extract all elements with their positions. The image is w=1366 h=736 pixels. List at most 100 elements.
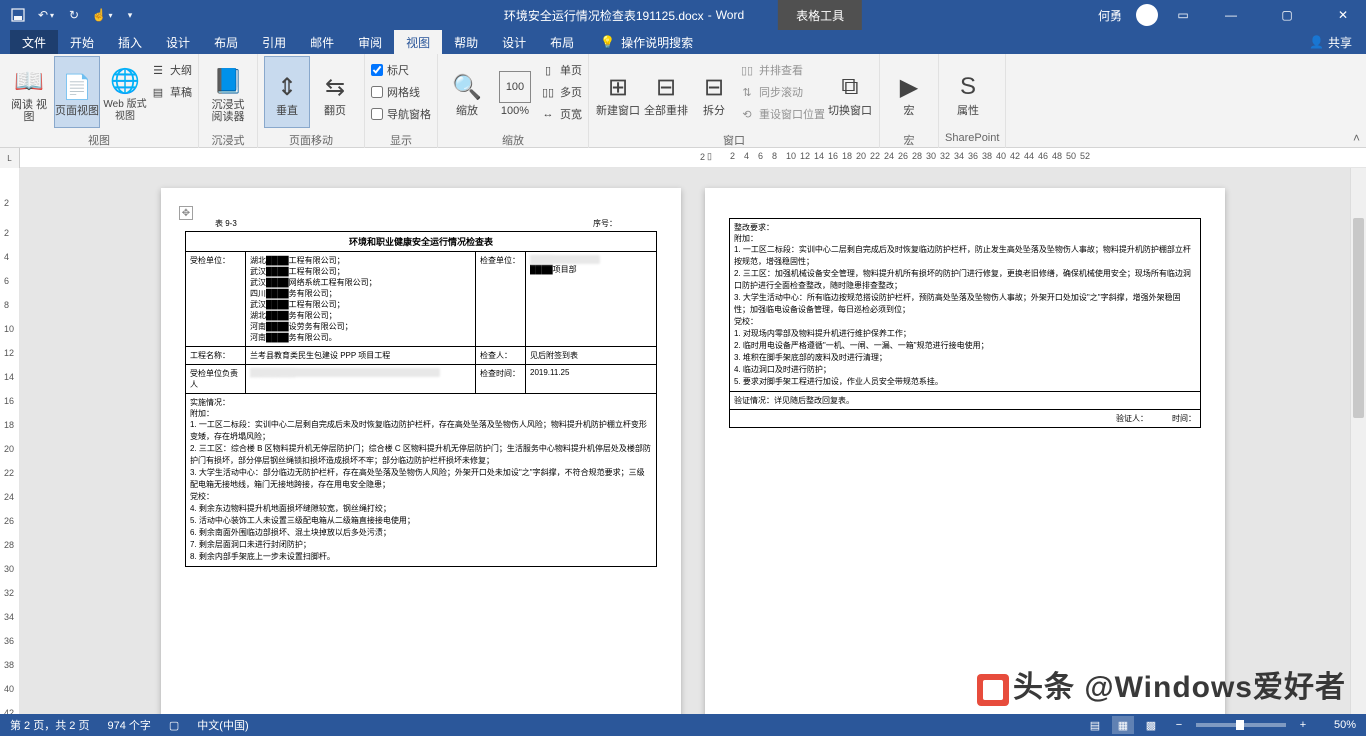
tab-file[interactable]: 文件 [10,30,58,54]
unit-values: 湖北████工程有限公司； 武汉████工程有限公司； 武汉████网络系统工程… [246,252,476,347]
one-page-icon: ▯ [540,62,556,78]
macros-icon: ▶ [893,71,925,103]
time-value: 2019.11.25 [526,365,657,394]
touch-mode-icon[interactable]: ☝▾ [94,7,110,23]
web-layout-button[interactable]: 🌐Web 版式视图 [102,56,148,128]
read-mode-button[interactable]: 📖阅读 视图 [6,56,52,128]
status-proof-icon[interactable]: ▢ [169,719,179,732]
table-anchor-icon[interactable]: ✥ [179,206,193,220]
multi-page-button[interactable]: ▯▯多页 [540,82,582,102]
zoom-slider-thumb[interactable] [1236,720,1244,730]
group-immersive-label: 沉浸式 [205,132,251,148]
switch-window-icon: ⧉ [834,71,866,103]
ribbon-tabstrip: 文件 开始 插入 设计 布局 引用 邮件 审阅 视图 帮助 设计 布局 💡操作说… [0,30,1366,54]
status-words[interactable]: 974 个字 [107,717,150,733]
inspector-label: 检查人： [476,347,526,365]
undo-icon[interactable]: ↶▾ [38,7,54,23]
draft-button[interactable]: ▤草稿 [150,82,192,102]
tab-layout[interactable]: 布局 [202,30,250,54]
save-icon[interactable] [10,7,26,23]
page-width-button[interactable]: ↔页宽 [540,104,582,124]
minimize-button[interactable]: — [1208,0,1254,30]
project-value: 兰考县教育类民生包建设 PPP 项目工程 [246,347,476,365]
share-icon: 👤 [1309,35,1324,49]
zoom-slider[interactable] [1196,723,1286,727]
ribbon-options-icon[interactable]: ▭ [1168,0,1198,30]
collapse-ribbon-icon[interactable]: ˄ [1353,131,1360,145]
vertical-scrollbar[interactable] [1350,168,1366,714]
redo-icon[interactable]: ↻ [66,7,82,23]
split-button[interactable]: ⊟拆分 [691,56,737,128]
group-show-label: 显示 [371,132,431,148]
tab-references[interactable]: 引用 [250,30,298,54]
ruler-checkbox[interactable]: 标尺 [371,60,431,80]
close-button[interactable]: ✕ [1320,0,1366,30]
group-views-label: 视图 [6,132,192,148]
title-bar: ↶▾ ↻ ☝▾ ▾ 环境安全运行情况检查表191125.docx - Word … [0,0,1366,30]
contextual-tab-label: 表格工具 [778,0,862,30]
print-layout-button[interactable]: 📄页面视图 [54,56,100,128]
tab-view[interactable]: 视图 [394,30,442,54]
read-mode-icon: 📖 [13,65,45,97]
lightbulb-icon: 💡 [600,35,615,49]
username: 何勇 [1098,7,1122,24]
header-right: 序号： [593,218,617,229]
status-print-layout-icon[interactable]: ▦ [1112,716,1134,734]
zoom-button[interactable]: 🔍缩放 [444,56,490,128]
zoom-in-button[interactable]: + [1292,716,1314,734]
navpane-checkbox[interactable]: 导航窗格 [371,104,431,124]
status-bar: 第 2 页，共 2 页 974 个字 ▢ 中文(中国) ▤ ▦ ▩ − + 50… [0,714,1366,736]
group-sharepoint-label: SharePoint [945,132,999,148]
reset-window-button[interactable]: ⟲重设窗口位置 [739,104,825,124]
switch-window-button[interactable]: ⧉切换窗口 [827,56,873,128]
status-lang[interactable]: 中文(中国) [197,717,248,733]
tab-home[interactable]: 开始 [58,30,106,54]
tab-help[interactable]: 帮助 [442,30,490,54]
status-web-layout-icon[interactable]: ▩ [1140,716,1162,734]
vertical-ruler[interactable]: 2 24681012141618202224262830323436384042… [0,168,20,714]
vertical-button[interactable]: ⇕垂直 [264,56,310,128]
properties-button[interactable]: S属性 [945,56,991,128]
flip-icon: ⇆ [319,71,351,103]
app-name: Word [716,8,744,22]
qat-customize-icon[interactable]: ▾ [122,7,138,23]
arrange-all-icon: ⊟ [650,71,682,103]
tab-design[interactable]: 设计 [154,30,202,54]
web-layout-icon: 🌐 [109,65,141,97]
status-read-mode-icon[interactable]: ▤ [1084,716,1106,734]
zoom-out-button[interactable]: − [1168,716,1190,734]
check-unit-label: 检查单位： [476,252,526,347]
zoom-icon: 🔍 [451,71,483,103]
gridlines-checkbox[interactable]: 网格线 [371,82,431,102]
macros-button[interactable]: ▶宏 [886,56,932,128]
share-button[interactable]: 👤共享 [1295,34,1366,51]
reset-window-icon: ⟲ [739,106,755,122]
outline-button[interactable]: ☰大纲 [150,60,192,80]
horizontal-ruler[interactable]: L 2▯ 24681012141618202224262830323436384… [0,148,1366,168]
sync-scroll-button[interactable]: ⇅同步滚动 [739,82,825,102]
one-page-button[interactable]: ▯单页 [540,60,582,80]
verify-label: 验证情况：详见随后整改回复表。 [730,392,1201,410]
status-page[interactable]: 第 2 页，共 2 页 [10,717,89,733]
maximize-button[interactable]: ▢ [1264,0,1310,30]
time-label: 检查时间： [476,365,526,394]
tab-mailings[interactable]: 邮件 [298,30,346,54]
zoom-level[interactable]: 50% [1320,719,1356,731]
tab-table-design[interactable]: 设计 [490,30,538,54]
flip-button[interactable]: ⇆翻页 [312,56,358,128]
arrange-all-button[interactable]: ⊟全部重排 [643,56,689,128]
new-window-button[interactable]: ⊞新建窗口 [595,56,641,128]
watermark: 头条 @Windows爱好者 [977,662,1346,706]
zoom-100-button[interactable]: 100100% [492,56,538,128]
avatar[interactable] [1136,4,1158,26]
document-area: 2 24681012141618202224262830323436384042… [0,168,1366,714]
tab-review[interactable]: 审阅 [346,30,394,54]
scrollbar-thumb[interactable] [1353,218,1364,418]
side-by-side-button[interactable]: ▯▯并排查看 [739,60,825,80]
tab-table-layout[interactable]: 布局 [538,30,586,54]
pages-container[interactable]: ✥ 表 9-3序号： 环境和职业健康安全运行情况检查表 受检单位： 湖北████… [20,168,1366,714]
table-title: 环境和职业健康安全运行情况检查表 [186,232,657,252]
tell-me-search[interactable]: 💡操作说明搜索 [586,34,707,51]
immersive-reader-button[interactable]: 📘沉浸式 阅读器 [205,56,251,128]
tab-insert[interactable]: 插入 [106,30,154,54]
